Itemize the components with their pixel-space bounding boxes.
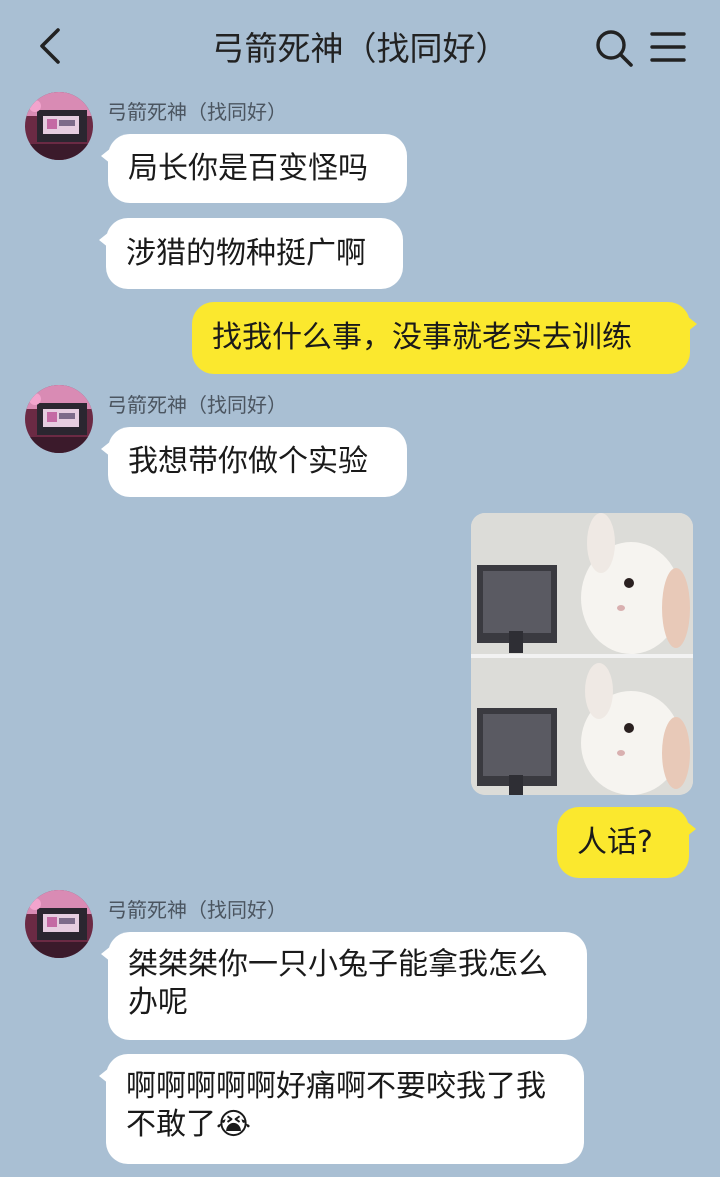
message-bubble-own[interactable]: 人话?	[557, 807, 696, 878]
avatar[interactable]	[25, 92, 93, 160]
search-icon[interactable]	[594, 28, 634, 68]
message-bubble[interactable]: 啊啊啊啊啊好痛啊不要咬我了我不敢了😭	[99, 1054, 584, 1164]
sender-name: 弓箭死神（找同好）	[107, 393, 287, 417]
sender-name: 弓箭死神（找同好）	[107, 100, 287, 124]
avatar[interactable]	[25, 890, 93, 958]
message-bubble[interactable]: 我想带你做个实验	[101, 427, 407, 497]
sender-name: 弓箭死神（找同好）	[107, 898, 287, 922]
chat-header: 弓箭死神（找同好）	[0, 0, 720, 92]
message-bubble[interactable]: 桀桀桀你一只小兔子能拿我怎么办呢	[101, 932, 587, 1040]
image-message[interactable]	[471, 513, 693, 795]
message-bubble[interactable]: 涉猎的物种挺广啊	[99, 218, 403, 289]
message-bubble-own[interactable]: 找我什么事，没事就老实去训练	[192, 302, 697, 374]
message-bubble[interactable]: 局长你是百变怪吗	[101, 134, 407, 203]
hamburger-menu-icon[interactable]	[650, 30, 686, 64]
avatar[interactable]	[25, 385, 93, 453]
